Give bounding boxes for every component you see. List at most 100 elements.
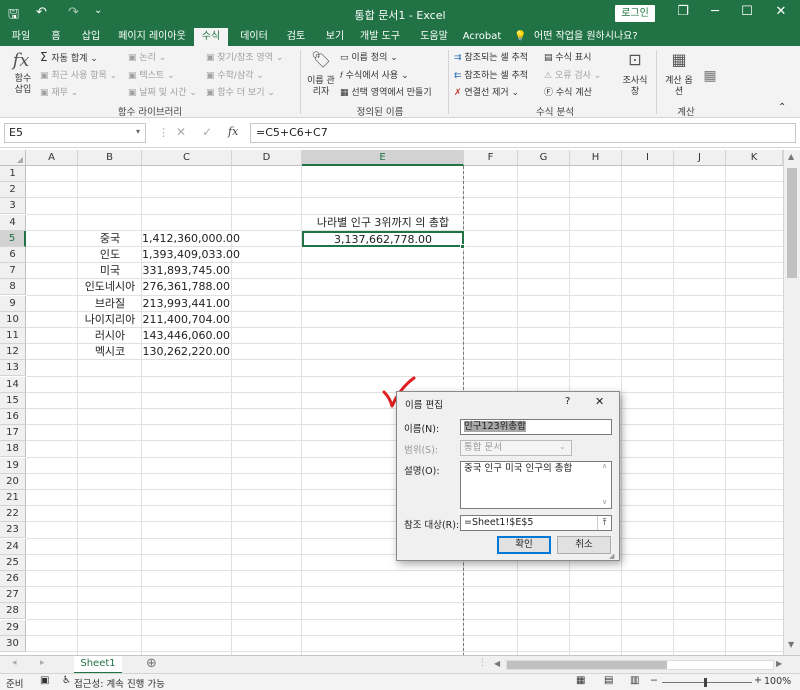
evaluate-formula-button[interactable]: 수식 계산 (556, 88, 592, 98)
maximize-button[interactable]: ☐ (732, 4, 762, 19)
financial-functions-button[interactable]: 재무 (51, 88, 68, 98)
country-name-cell[interactable]: 미국 (78, 263, 142, 279)
comment-scroll-up-icon[interactable]: ∧ (602, 462, 607, 470)
row-header[interactable]: 7 (0, 263, 26, 280)
resize-grip-icon[interactable]: ◢ (609, 552, 614, 560)
more-functions-button[interactable]: 함수 더 보기 (217, 88, 264, 98)
row-header[interactable]: 24 (0, 538, 26, 555)
row-header[interactable]: 14 (0, 376, 26, 393)
lookup-functions-button[interactable]: 찾기/참조 영역 (217, 53, 273, 63)
country-name-cell[interactable]: 인도네시아 (78, 279, 142, 295)
name-input[interactable]: 인구123위총합 (460, 419, 612, 435)
cell-e4[interactable]: 나라별 인구 3위까지 의 총합 (302, 215, 464, 231)
column-header-selected[interactable]: E (302, 150, 464, 166)
tab-file[interactable]: 파일 (4, 28, 38, 46)
column-header[interactable]: I (622, 150, 674, 166)
dialog-close-button[interactable]: ✕ (595, 395, 604, 408)
column-header[interactable]: C (142, 150, 232, 166)
comment-textarea[interactable]: 중국 인구 미국 인구의 총합 (460, 461, 612, 509)
row-header[interactable]: 19 (0, 457, 26, 474)
select-all-corner[interactable]: ◢ (0, 150, 26, 166)
page-break-view-icon[interactable]: ▥ (630, 675, 639, 686)
row-header[interactable]: 30 (0, 635, 26, 652)
scroll-down-icon[interactable]: ▼ (788, 640, 794, 649)
tab-help[interactable]: 도움말 (414, 28, 454, 46)
collapse-dialog-icon[interactable]: ⤒ (597, 516, 611, 530)
population-cell[interactable]: 211,400,704.00 (142, 312, 230, 328)
zoom-slider-thumb[interactable] (704, 678, 707, 687)
country-name-cell[interactable]: 인도 (78, 247, 142, 263)
calculate-now-icon[interactable]: ▦ (700, 68, 720, 84)
scroll-up-icon[interactable]: ▲ (788, 152, 794, 161)
create-from-selection-button[interactable]: 선택 영역에서 만들기 (351, 88, 431, 98)
tab-formulas[interactable]: 수식 (194, 28, 228, 46)
ok-button[interactable]: 확인 (497, 536, 551, 554)
population-cell[interactable]: 130,262,220.00 (142, 344, 230, 360)
population-cell[interactable]: 331,893,745.00 (142, 263, 230, 279)
row-header[interactable]: 13 (0, 360, 26, 377)
zoom-slider[interactable] (662, 682, 752, 683)
row-header[interactable]: 23 (0, 522, 26, 539)
row-header-selected[interactable]: 5 (0, 230, 26, 247)
row-header[interactable]: 27 (0, 587, 26, 604)
login-button[interactable]: 로그인 (615, 5, 655, 22)
insert-function-icon[interactable]: fx (228, 125, 238, 138)
comment-scroll-down-icon[interactable]: ∨ (602, 498, 607, 506)
watch-window-button[interactable]: 조사식 창 (620, 76, 650, 98)
autosum-button[interactable]: 자동 합계 (51, 54, 87, 64)
normal-view-icon[interactable]: ▦ (576, 675, 585, 686)
population-cell[interactable]: 213,993,441.00 (142, 296, 230, 312)
population-cell[interactable]: 143,446,060.00 (142, 328, 230, 344)
tab-home[interactable]: 홈 (42, 28, 70, 46)
tab-view[interactable]: 보기 (318, 28, 352, 46)
tab-acrobat[interactable]: Acrobat (462, 28, 502, 46)
scroll-left-icon[interactable]: ◀ (494, 659, 500, 668)
row-header[interactable]: 3 (0, 198, 26, 215)
cancel-entry-icon[interactable]: ✕ (176, 125, 186, 139)
row-header[interactable]: 12 (0, 344, 26, 361)
zoom-level[interactable]: 100% (764, 676, 791, 687)
insert-function-button[interactable]: 함수 삽입 (10, 74, 36, 96)
name-manager-button[interactable]: 이름 관리자 (306, 76, 336, 98)
recent-functions-button[interactable]: 최근 사용 항목 (51, 71, 106, 81)
row-header[interactable]: 1 (0, 166, 26, 182)
row-header[interactable]: 26 (0, 571, 26, 587)
row-header[interactable]: 4 (0, 214, 26, 231)
remove-arrows-button[interactable]: 연결선 제거 (464, 88, 508, 98)
row-header[interactable]: 22 (0, 506, 26, 523)
minimize-button[interactable]: ─ (700, 4, 730, 19)
column-header[interactable]: G (518, 150, 570, 166)
zoom-out-icon[interactable]: − (650, 675, 658, 686)
calculation-options-button[interactable]: 계산 옵션 (662, 76, 696, 98)
collapse-ribbon-icon[interactable]: ⌃ (778, 102, 786, 113)
row-header[interactable]: 9 (0, 295, 26, 312)
define-name-button[interactable]: 이름 정의 (351, 53, 387, 63)
vertical-scroll-thumb[interactable] (787, 168, 797, 278)
row-header[interactable]: 10 (0, 311, 26, 328)
column-header[interactable]: H (570, 150, 622, 166)
use-in-formula-button[interactable]: 수식에서 사용 (346, 71, 399, 81)
horizontal-scrollbar[interactable] (506, 660, 774, 670)
country-name-cell[interactable]: 러시아 (78, 328, 142, 344)
tab-developer[interactable]: 개발 도구 (356, 28, 404, 46)
vertical-scrollbar[interactable]: ▲ ▼ (783, 150, 800, 655)
name-box[interactable]: E5 (4, 123, 146, 143)
tab-split-icon[interactable]: ⋮ (478, 658, 487, 668)
horizontal-scroll-thumb[interactable] (507, 661, 667, 669)
row-header[interactable]: 20 (0, 473, 26, 490)
row-header[interactable]: 21 (0, 490, 26, 506)
country-name-cell[interactable]: 중국 (78, 231, 142, 247)
column-header[interactable]: F (464, 150, 518, 166)
sheet-tab-sheet1[interactable]: Sheet1 (74, 656, 122, 674)
sheet-next-icon[interactable]: ▸ (40, 658, 45, 668)
formula-input[interactable]: =C5+C6+C7 (250, 123, 796, 143)
tell-me-search[interactable]: 어떤 작업을 원하시나요? (534, 28, 644, 46)
column-header[interactable]: D (232, 150, 302, 166)
row-header[interactable]: 28 (0, 603, 26, 620)
row-header[interactable]: 6 (0, 247, 26, 263)
name-box-dropdown-icon[interactable]: ▾ (136, 127, 140, 136)
population-cell[interactable]: 1,393,409,033.00 (142, 247, 240, 263)
column-header[interactable]: A (26, 150, 78, 166)
column-header[interactable]: B (78, 150, 142, 166)
row-header[interactable]: 15 (0, 392, 26, 409)
